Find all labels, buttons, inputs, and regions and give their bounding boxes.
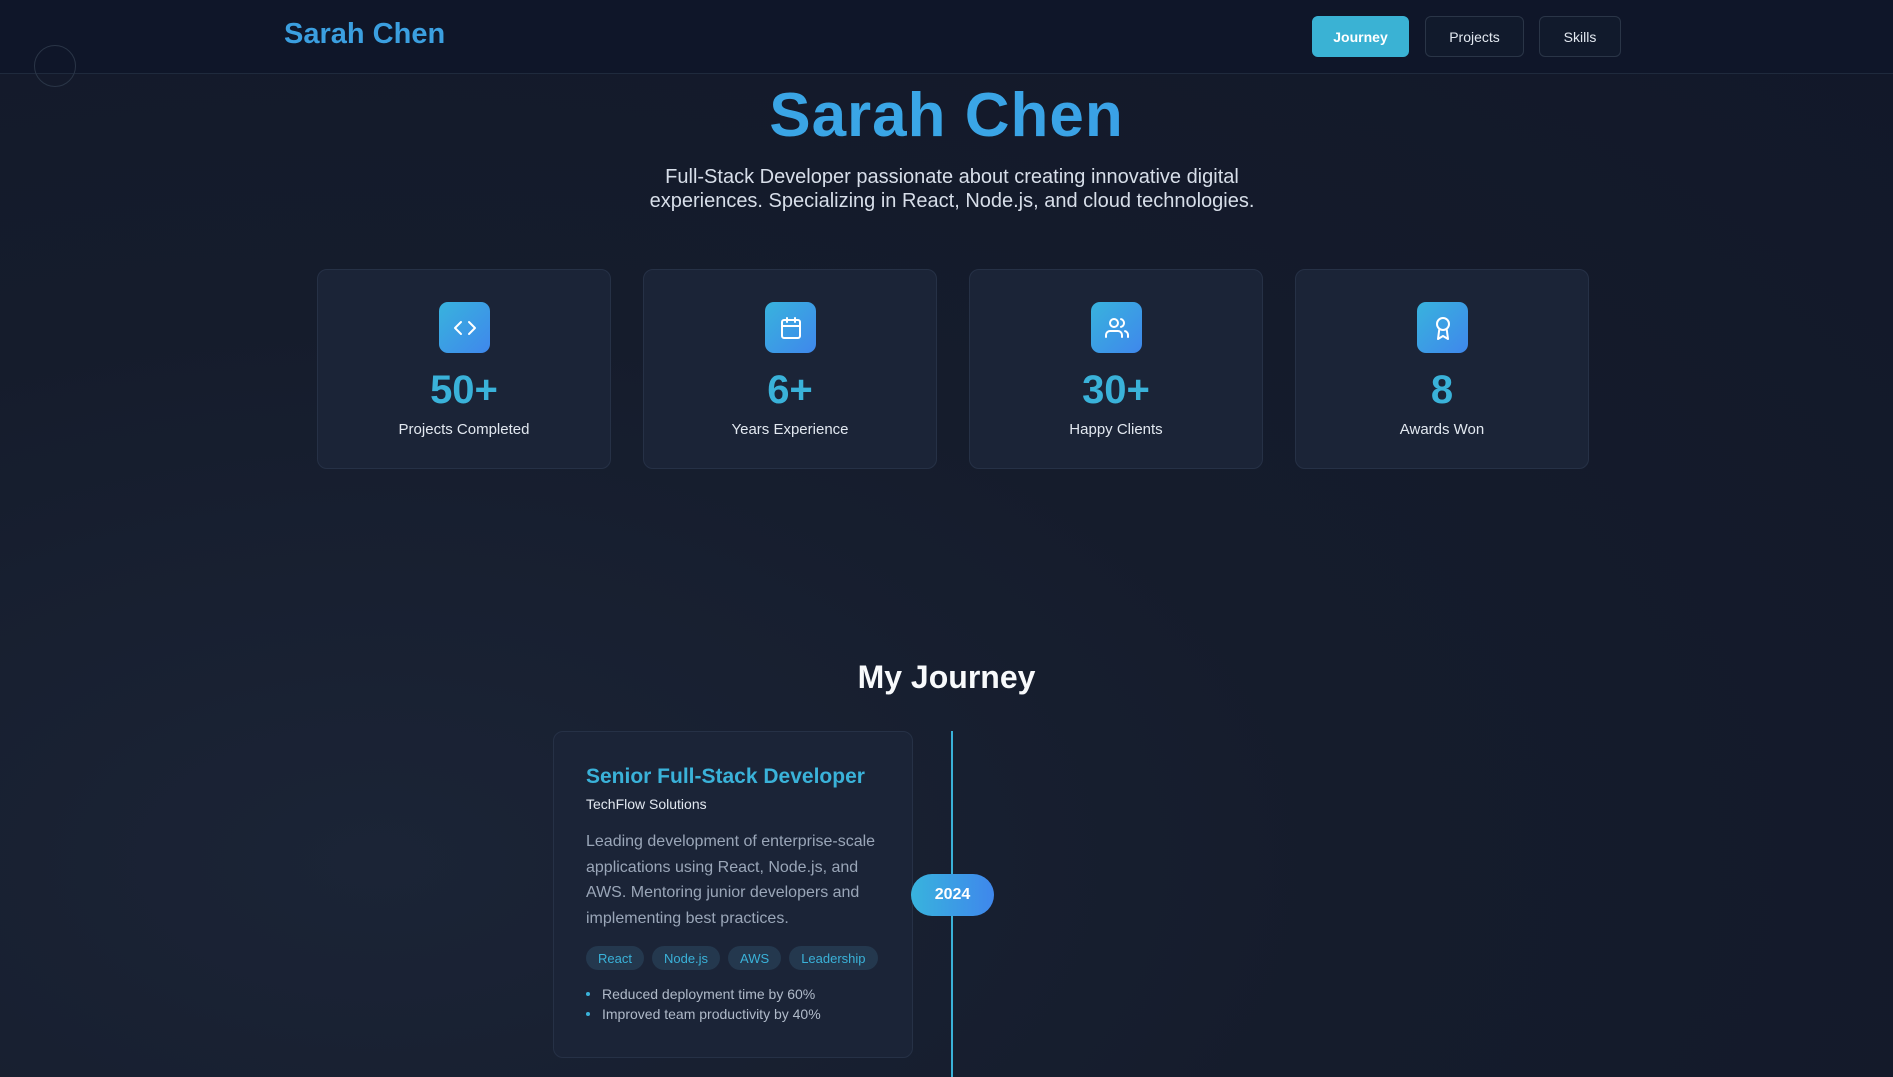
calendar-icon	[765, 302, 816, 353]
stat-label: Happy Clients	[1069, 421, 1163, 438]
brand-logo[interactable]: Sarah Chen	[284, 18, 445, 51]
bullet-icon	[586, 992, 590, 996]
stat-value: 50+	[430, 368, 498, 412]
stat-label: Years Experience	[731, 421, 849, 438]
role-description: Leading development of enterprise-scale …	[586, 833, 876, 927]
stat-card-clients: 30+ Happy Clients	[969, 269, 1263, 469]
achievement-text: Improved team productivity by 40%	[602, 1006, 821, 1022]
nav-projects-button[interactable]: Projects	[1425, 16, 1524, 57]
hero-title: Sarah Chen	[0, 80, 1893, 151]
nav-journey-button[interactable]: Journey	[1312, 16, 1409, 57]
top-navbar: Sarah Chen Journey Projects Skills	[0, 0, 1893, 74]
tag-aws: AWS	[728, 946, 782, 970]
users-icon	[1091, 302, 1142, 353]
journey-section-title: My Journey	[857, 659, 1036, 695]
nav-skills-button[interactable]: Skills	[1539, 16, 1621, 57]
tech-tags: React Node.js AWS Leadership	[586, 946, 878, 970]
tag-leadership: Leadership	[789, 946, 878, 970]
tag-nodejs: Node.js	[651, 946, 721, 970]
timeline-card[interactable]: Senior Full-Stack Developer TechFlow Sol…	[553, 731, 913, 1058]
stat-value: 6+	[767, 368, 813, 412]
stat-label: Awards Won	[1399, 421, 1485, 438]
list-item: Improved team productivity by 40%	[586, 1004, 821, 1024]
stat-value: 8	[1430, 368, 1454, 412]
stat-card-awards: 8 Awards Won	[1295, 269, 1589, 469]
stat-card-experience: 6+ Years Experience	[643, 269, 937, 469]
achievement-text: Reduced deployment time by 60%	[602, 986, 816, 1002]
company-name: TechFlow Solutions	[586, 796, 707, 812]
stat-label: Projects Completed	[398, 421, 530, 438]
hero-subtitle: Full-Stack Developer passionate about cr…	[649, 166, 1255, 212]
stat-card-projects: 50+ Projects Completed	[317, 269, 611, 469]
list-item: Reduced deployment time by 60%	[586, 984, 821, 1004]
role-title: Senior Full-Stack Developer	[586, 765, 865, 788]
tag-react: React	[586, 946, 644, 970]
year-badge: 2024	[911, 874, 994, 916]
stat-value: 30+	[1082, 368, 1150, 412]
code-icon	[439, 302, 490, 353]
award-icon	[1417, 302, 1468, 353]
bullet-icon	[586, 1012, 590, 1016]
achievements-list: Reduced deployment time by 60% Improved …	[586, 984, 821, 1024]
